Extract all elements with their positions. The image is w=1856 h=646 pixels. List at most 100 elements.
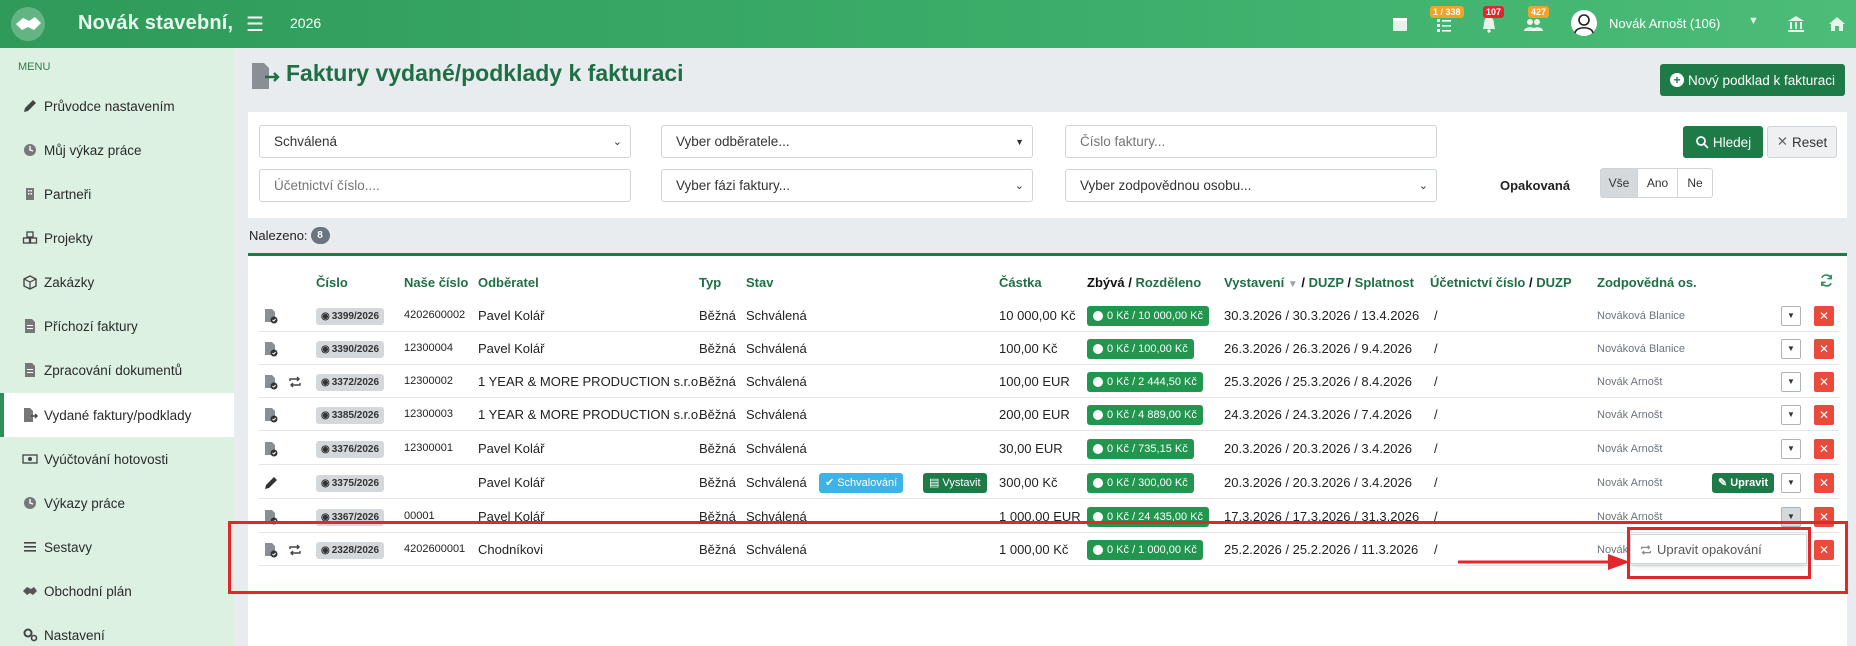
sidebar-item-projekty[interactable]: Projekty: [0, 216, 234, 260]
col-header-typ[interactable]: Typ: [699, 275, 721, 290]
row-actions-toggle[interactable]: ▼: [1781, 506, 1801, 527]
table-row: ◉ 3376/2026 12300001 Pavel Kolář Běžná Schvál…: [259, 432, 1839, 465]
customer-name[interactable]: 1 YEAR & MORE PRODUCTION s.r.o.: [478, 407, 702, 422]
remaining-button[interactable]: 0 Kč / 2 444,50 Kč: [1087, 371, 1203, 392]
customer-name[interactable]: Pavel Kolář: [478, 475, 544, 490]
row-actions-toggle[interactable]: ▼: [1781, 404, 1801, 425]
invoice-file-icon[interactable]: [263, 308, 279, 324]
customer-name[interactable]: Chodníkovi: [478, 542, 543, 557]
repeated-filter-no[interactable]: Ne: [1677, 168, 1713, 198]
calendar-icon[interactable]: [1389, 13, 1411, 35]
invoice-number-badge[interactable]: ◉ 3390/2026: [316, 340, 385, 358]
col-header-cislo[interactable]: Číslo: [316, 275, 348, 290]
row-actions-toggle[interactable]: ▼: [1781, 305, 1801, 326]
delete-button[interactable]: ✕: [1814, 371, 1834, 392]
sidebar-item-partneri[interactable]: Partneři: [0, 172, 234, 216]
invoice-number-badge[interactable]: ◉ 3376/2026: [316, 440, 385, 458]
invoice-file-icon[interactable]: [263, 407, 279, 423]
sidebar-item-zpracovani-dokumentu[interactable]: Zpracování dokumentů: [0, 348, 234, 392]
invoice-number-input[interactable]: [1065, 125, 1437, 158]
customer-name[interactable]: 1 YEAR & MORE PRODUCTION s.r.o.: [478, 374, 702, 389]
col-header-ucetni[interactable]: Účetnictví číslo / DUZP: [1430, 275, 1572, 290]
remaining-button[interactable]: 0 Kč / 100,00 Kč: [1087, 338, 1194, 359]
sidebar-item-nastaveni[interactable]: Nastavení: [0, 613, 234, 646]
sidebar-item-vykazy-prace[interactable]: Výkazy práce: [0, 481, 234, 525]
customer-select[interactable]: Vyber odběratele... ▼: [661, 125, 1033, 158]
invoice-file-icon[interactable]: [263, 509, 279, 525]
invoice-number-badge[interactable]: ◉ 3372/2026: [316, 373, 385, 391]
user-name[interactable]: Novák Arnošt (106): [1609, 16, 1720, 31]
issue-button[interactable]: ▤ Vystavit: [923, 472, 987, 493]
customer-name[interactable]: Pavel Kolář: [478, 509, 544, 524]
year-selector[interactable]: 2026: [290, 15, 321, 31]
delete-button[interactable]: ✕: [1814, 404, 1834, 425]
customer-name[interactable]: Pavel Kolář: [478, 341, 544, 356]
sidebar-item-obchodni-plan[interactable]: Obchodní plán: [0, 569, 234, 613]
search-button[interactable]: Hledej: [1683, 126, 1763, 158]
row-actions-toggle[interactable]: ▼: [1781, 338, 1801, 359]
handshake-logo-icon[interactable]: [10, 6, 46, 42]
row-actions-toggle[interactable]: ▼: [1781, 438, 1801, 459]
col-header-stav[interactable]: Stav: [746, 275, 773, 290]
edit-pen-icon[interactable]: [263, 475, 279, 491]
remaining-button[interactable]: 0 Kč / 24 435,00 Kč: [1087, 506, 1210, 527]
invoice-number-badge[interactable]: ◉ 3399/2026: [316, 307, 385, 325]
sidebar-item-prichozi-faktury[interactable]: Příchozí faktury: [0, 304, 234, 348]
col-header-dates[interactable]: Vystavení ▼ / DUZP / Splatnost: [1224, 275, 1414, 290]
user-dropdown-caret-icon[interactable]: ▼: [1748, 15, 1759, 27]
delete-button[interactable]: ✕: [1814, 305, 1834, 326]
invoice-number-badge[interactable]: ◉ 3385/2026: [316, 406, 385, 424]
our-number: 4202600002: [404, 308, 466, 321]
remaining-button[interactable]: 0 Kč / 735,15 Kč: [1087, 438, 1194, 459]
col-header-zodpovedna[interactable]: Zodpovědná os.: [1597, 275, 1697, 290]
invoice-phase-select[interactable]: Vyber fázi faktury... ⌄: [661, 169, 1033, 202]
responsible-person-select[interactable]: Vyber zodpovědnou osobu... ⌄: [1065, 169, 1437, 202]
invoice-file-icon[interactable]: [263, 374, 279, 390]
invoice-number-badge[interactable]: ◉ 3367/2026: [316, 508, 385, 526]
delete-button[interactable]: ✕: [1814, 472, 1834, 493]
status-select[interactable]: Schválená ⌄: [259, 125, 631, 158]
invoice-file-icon[interactable]: [263, 341, 279, 357]
customer-name[interactable]: Pavel Kolář: [478, 308, 544, 323]
hamburger-menu-icon[interactable]: ☰: [246, 12, 264, 37]
caret-down-icon: ▼: [1787, 478, 1795, 487]
sidebar-item-vydane-faktury[interactable]: Vydané faktury/podklady: [0, 393, 234, 437]
invoice-number-badge[interactable]: ◉ 3375/2026: [316, 474, 385, 492]
refresh-icon[interactable]: [1819, 273, 1834, 288]
repeated-filter-yes[interactable]: Ano: [1637, 168, 1678, 198]
remaining-button[interactable]: 0 Kč / 1 000,00 Kč: [1087, 539, 1203, 560]
bank-icon[interactable]: [1785, 13, 1807, 35]
invoice-file-icon[interactable]: [263, 542, 279, 558]
repeated-filter-all[interactable]: Vše: [1600, 168, 1638, 198]
reset-button[interactable]: ✕ Reset: [1767, 126, 1837, 158]
delete-button[interactable]: ✕: [1814, 438, 1834, 459]
invoice-file-icon[interactable]: [263, 441, 279, 457]
delete-button[interactable]: ✕: [1814, 338, 1834, 359]
invoice-number-badge[interactable]: ◉ 2328/2026: [316, 541, 385, 559]
col-header-odberatel[interactable]: Odběratel: [478, 275, 539, 290]
remaining-button[interactable]: 0 Kč / 4 889,00 Kč: [1087, 404, 1203, 425]
brand-name[interactable]: Novák stavební,: [78, 12, 233, 35]
remaining-button[interactable]: 0 Kč / 300,00 Kč: [1087, 472, 1194, 493]
edit-button[interactable]: ✎ Upravit: [1712, 472, 1775, 493]
row-actions-toggle[interactable]: ▼: [1781, 371, 1801, 392]
sidebar-item-sestavy[interactable]: Sestavy: [0, 525, 234, 569]
col-header-zbyva-rozdeleno[interactable]: Zbývá / Rozděleno: [1087, 275, 1201, 290]
sidebar-item-muj-vykaz[interactable]: Můj výkaz práce: [0, 128, 234, 172]
accounting-number-input[interactable]: [259, 169, 631, 202]
sidebar-item-pruvodce[interactable]: Průvodce nastavením: [0, 84, 234, 128]
delete-button[interactable]: ✕: [1814, 539, 1834, 560]
col-header-castka[interactable]: Částka: [999, 275, 1042, 290]
delete-button[interactable]: ✕: [1814, 506, 1834, 527]
sidebar-item-vyuctovani[interactable]: Vyúčtování hotovosti: [0, 437, 234, 481]
avatar[interactable]: [1571, 10, 1597, 36]
col-header-nase-cislo[interactable]: Naše číslo: [404, 275, 468, 290]
remaining-button[interactable]: 0 Kč / 10 000,00 Kč: [1087, 305, 1210, 326]
row-actions-toggle[interactable]: ▼: [1781, 472, 1801, 493]
edit-repetition-menu-item[interactable]: Upravit opakování: [1657, 542, 1762, 557]
customer-name[interactable]: Pavel Kolář: [478, 441, 544, 456]
home-icon[interactable]: [1826, 13, 1848, 35]
sidebar-item-zakazky[interactable]: Zakázky: [0, 260, 234, 304]
new-invoice-button[interactable]: + Nový podklad k fakturaci: [1660, 64, 1845, 96]
approval-badge[interactable]: ✔ Schvalování: [819, 472, 904, 493]
